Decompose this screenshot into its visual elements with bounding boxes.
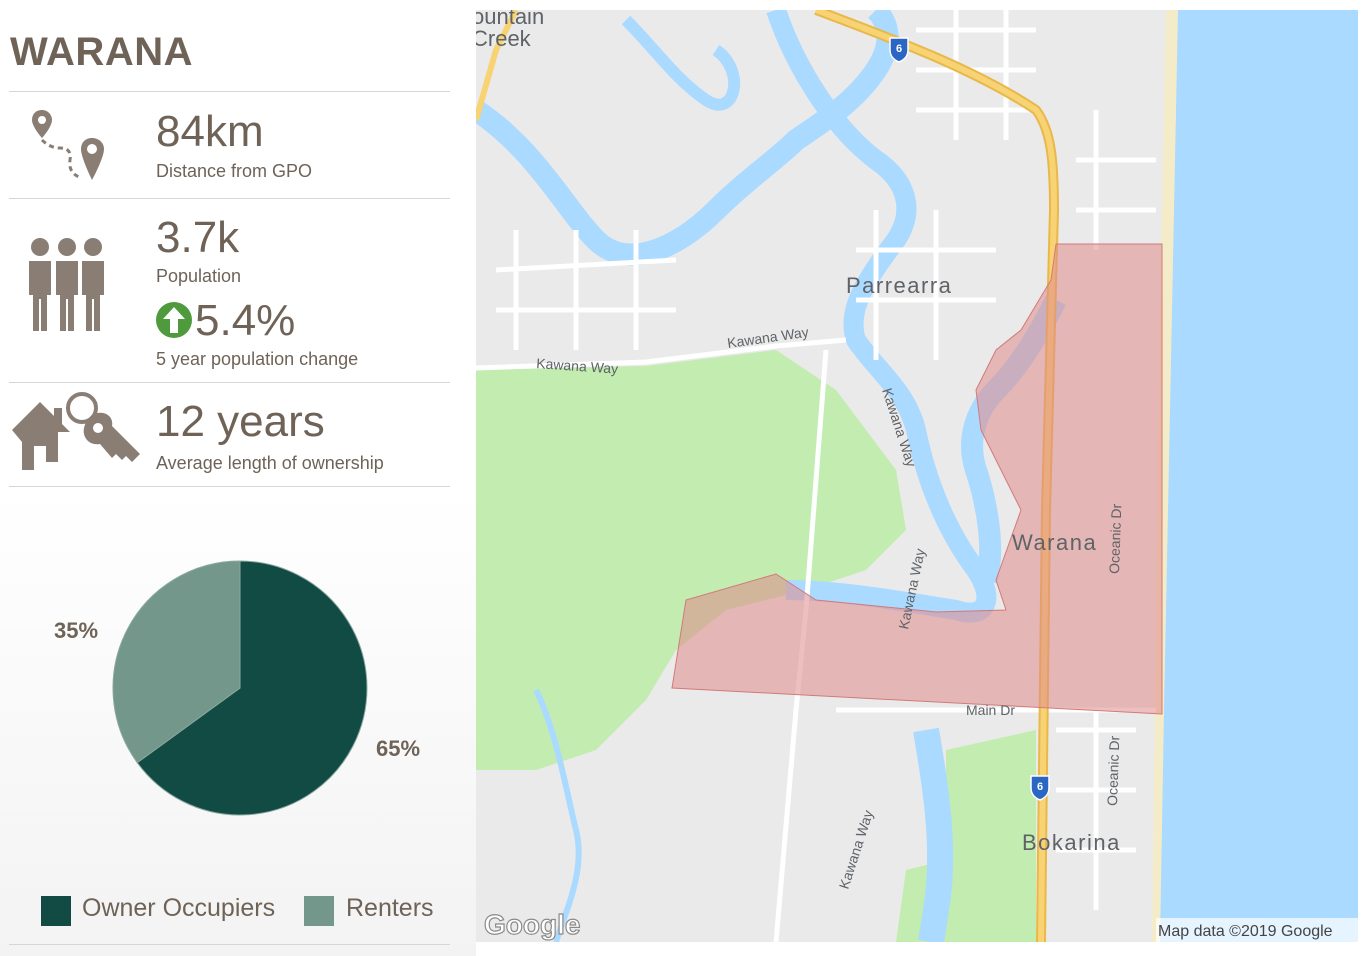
tenure-pie-chart	[112, 560, 368, 816]
legend-label-renters: Renters	[346, 894, 434, 922]
divider	[9, 486, 450, 487]
ownership-label: Average length of ownership	[156, 453, 384, 473]
map-label-road: Oceanic Dr	[1104, 735, 1122, 806]
svg-text:6: 6	[896, 43, 902, 55]
distance-label: Distance from GPO	[156, 161, 313, 181]
route-shield-icon: 6	[889, 37, 909, 63]
divider	[9, 91, 450, 92]
population-value: 3.7k	[156, 213, 240, 262]
renters-percent-label: 35%	[54, 618, 99, 643]
info-panel: WARANA 84km Distance from GPO 3.7k Popul…	[0, 0, 476, 956]
route-shield-icon: 6	[1030, 775, 1050, 801]
map-lake	[913, 727, 954, 942]
population-change-label: 5 year population change	[156, 349, 359, 369]
ownership-value: 12 years	[156, 397, 325, 446]
google-logo: Google	[484, 909, 580, 940]
map-route-icon	[30, 108, 108, 189]
people-icon	[26, 237, 108, 338]
map-ocean	[1158, 10, 1358, 942]
house-key-icon	[12, 390, 142, 479]
distance-value: 84km	[156, 107, 264, 156]
suburb-title: WARANA	[10, 30, 193, 74]
up-arrow-icon	[156, 302, 192, 343]
legend-swatch-renters	[304, 896, 334, 926]
suburb-map[interactable]: 6 6 ountain Creek Parrearra Warana Bokari…	[476, 10, 1358, 942]
svg-text:6: 6	[1037, 781, 1043, 793]
divider	[9, 198, 450, 199]
legend-label-owner: Owner Occupiers	[82, 894, 276, 922]
map-label-bokarina: Bokarina	[1022, 830, 1121, 855]
map-label-warana: Warana	[1012, 530, 1097, 555]
owners-percent-label: 65%	[376, 736, 421, 761]
population-change-value: 5.4%	[195, 296, 296, 345]
population-label: Population	[156, 266, 242, 286]
map-label-parrearra: Parrearra	[846, 273, 952, 298]
legend-swatch-owner	[41, 896, 71, 926]
divider	[9, 382, 450, 383]
map-label-road: Main Dr	[966, 702, 1015, 718]
map-attribution[interactable]: Map data ©2019 Google	[1158, 923, 1333, 940]
map-label-road: Oceanic Dr	[1106, 503, 1124, 574]
divider	[9, 944, 450, 945]
